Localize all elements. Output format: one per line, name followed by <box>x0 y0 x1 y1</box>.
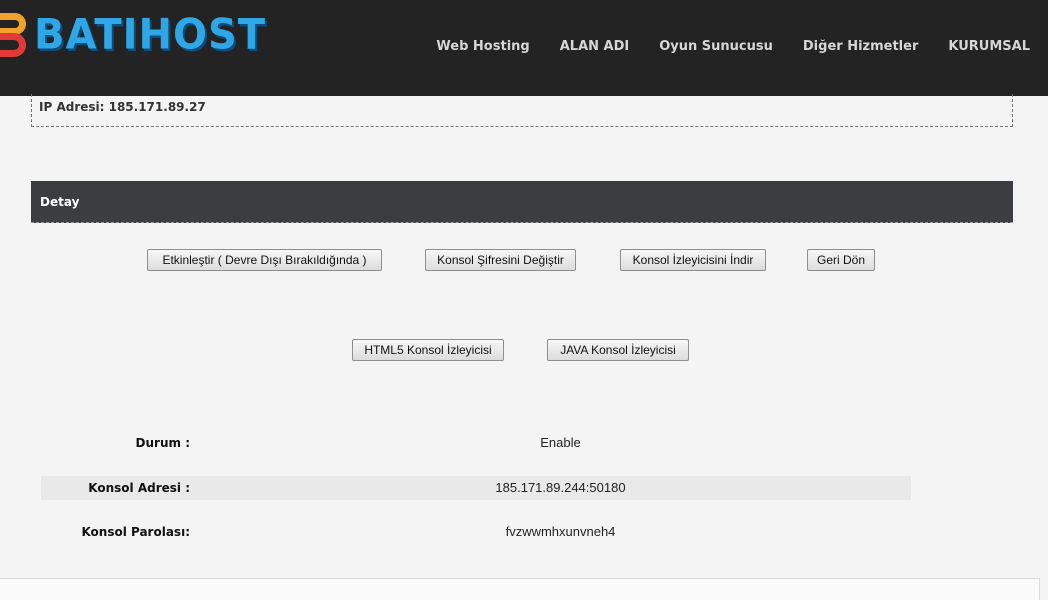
detail-section-header: Detay <box>31 181 1013 223</box>
console-password-label: Konsol Parolası: <box>81 525 190 539</box>
java-console-viewer-button[interactable]: JAVA Konsol İzleyicisi <box>547 339 689 361</box>
console-address-row: Konsol Adresi : 185.171.89.244:50180 <box>41 476 911 500</box>
enable-button[interactable]: Etkinleştir ( Devre Dışı Bırakıldığında … <box>147 249 382 271</box>
status-value: Enable <box>540 435 581 450</box>
ip-address-box: IP Adresi: 185.171.89.27 <box>31 94 1013 127</box>
batihost-logo[interactable]: BATIHOST <box>0 8 266 62</box>
console-password-row: Konsol Parolası: fvzwwmhxunvneh4 <box>41 520 911 544</box>
nav-oyun-sunucusu[interactable]: Oyun Sunucusu <box>659 39 773 54</box>
back-button[interactable]: Geri Dön <box>807 249 875 271</box>
bottom-panel <box>0 579 1040 600</box>
logo-mark-icon <box>0 11 28 59</box>
change-console-password-button[interactable]: Konsol Şifresini Değiştir <box>425 249 576 271</box>
console-address-value: 185.171.89.244:50180 <box>495 480 626 495</box>
console-password-value: fvzwwmhxunvneh4 <box>505 524 616 539</box>
detail-section-title: Detay <box>40 194 80 209</box>
download-console-viewer-button[interactable]: Konsol İzleyicisini İndir <box>620 249 766 271</box>
status-row: Durum : Enable <box>41 431 911 455</box>
ip-address-text: IP Adresi: 185.171.89.27 <box>39 100 206 114</box>
status-label: Durum : <box>135 436 190 450</box>
nav-kurumsal[interactable]: KURUMSAL <box>948 39 1030 54</box>
main-nav: Web Hosting ALAN ADI Oyun Sunucusu Diğer… <box>436 26 1048 66</box>
nav-web-hosting[interactable]: Web Hosting <box>436 39 529 54</box>
site-header: BATIHOST Web Hosting ALAN ADI Oyun Sunuc… <box>0 0 1048 96</box>
html5-console-viewer-button[interactable]: HTML5 Konsol İzleyicisi <box>352 339 504 361</box>
nav-alan-adi[interactable]: ALAN ADI <box>560 39 630 54</box>
console-address-label: Konsol Adresi : <box>88 481 190 495</box>
logo-text: BATIHOST <box>34 10 267 60</box>
nav-diger-hizmetler[interactable]: Diğer Hizmetler <box>803 39 918 54</box>
